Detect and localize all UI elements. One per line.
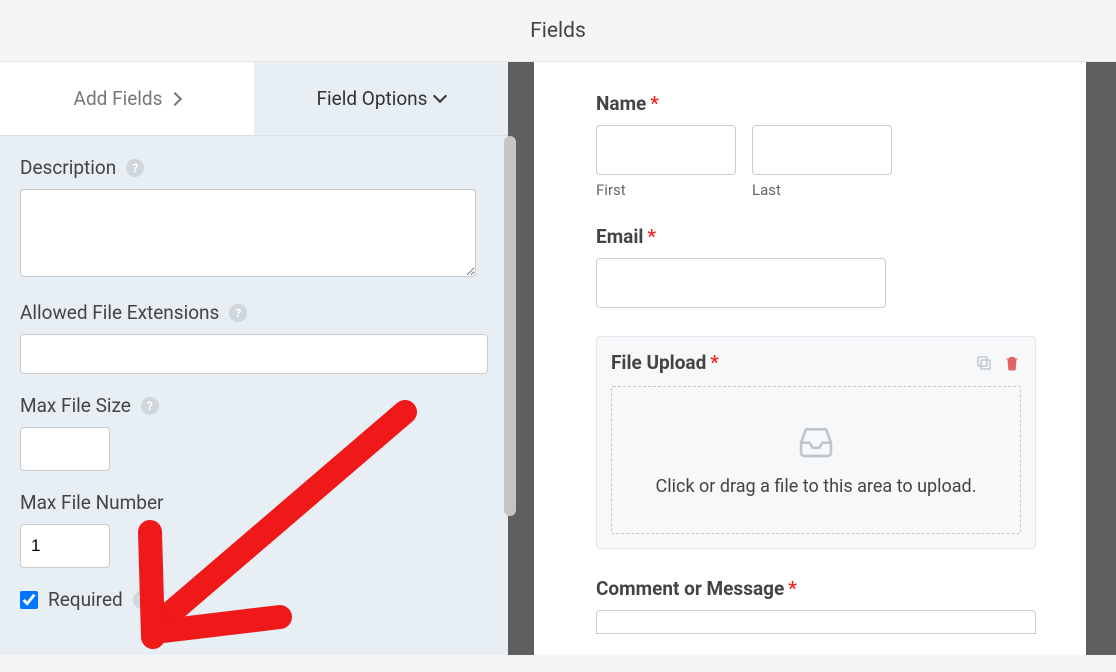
inbox-icon xyxy=(796,424,836,462)
description-textarea[interactable] xyxy=(20,189,476,277)
upload-dropzone[interactable]: Click or drag a file to this area to upl… xyxy=(611,386,1021,534)
label-text: Description xyxy=(20,156,116,179)
page-header: Fields xyxy=(0,0,1116,62)
label-text: Max File Number xyxy=(20,491,163,514)
page-title: Fields xyxy=(530,19,586,43)
required-asterisk: * xyxy=(788,577,797,600)
field-comment: Comment or Message * xyxy=(596,577,1036,634)
last-name-col: Last xyxy=(752,125,892,199)
required-asterisk: * xyxy=(650,92,659,115)
tab-add-fields[interactable]: Add Fields xyxy=(0,62,254,135)
required-checkbox[interactable] xyxy=(20,591,38,609)
label-text: Required xyxy=(48,588,123,611)
options-list: Description ? Allowed File Extensions ? … xyxy=(0,136,508,611)
option-allowed-extensions: Allowed File Extensions ? xyxy=(20,301,488,374)
help-icon[interactable]: ? xyxy=(141,397,159,415)
tab-label: Add Fields xyxy=(74,87,163,110)
option-label-row: Allowed File Extensions ? xyxy=(20,301,488,324)
field-file-upload[interactable]: File Upload * xyxy=(596,336,1036,549)
field-actions xyxy=(975,354,1021,372)
tab-label: Field Options xyxy=(317,87,428,110)
first-name-input[interactable] xyxy=(596,125,736,175)
max-file-number-input[interactable] xyxy=(20,524,110,568)
required-asterisk: * xyxy=(647,225,656,248)
field-label: File Upload * xyxy=(611,351,719,374)
max-file-size-input[interactable] xyxy=(20,427,110,471)
scrollbar[interactable] xyxy=(504,136,516,516)
help-icon[interactable]: ? xyxy=(229,304,247,322)
required-asterisk: * xyxy=(710,351,719,374)
option-max-file-number: Max File Number xyxy=(20,491,488,568)
chevron-right-icon xyxy=(168,91,182,105)
option-required: Required ? xyxy=(20,588,488,611)
chevron-down-icon xyxy=(433,89,447,103)
tab-field-options[interactable]: Field Options xyxy=(254,62,508,135)
panel-tabs: Add Fields Field Options xyxy=(0,62,508,136)
sublabel: First xyxy=(596,181,736,199)
label-text: Name xyxy=(596,92,646,115)
field-label: Email * xyxy=(596,225,1036,248)
option-label-row: Max File Number xyxy=(20,491,488,514)
option-label-row: Description ? xyxy=(20,156,488,179)
comment-textarea[interactable] xyxy=(596,610,1036,634)
form-preview: Name * First Last Email * xyxy=(534,62,1086,655)
main-area: Add Fields Field Options Description ? A… xyxy=(0,62,1116,655)
help-icon[interactable]: ? xyxy=(126,159,144,177)
last-name-input[interactable] xyxy=(752,125,892,175)
dropzone-text: Click or drag a file to this area to upl… xyxy=(656,476,977,497)
label-text: Comment or Message xyxy=(596,577,784,600)
duplicate-icon[interactable] xyxy=(975,354,993,372)
label-text: Max File Size xyxy=(20,394,131,417)
name-inputs: First Last xyxy=(596,125,1036,199)
help-icon[interactable]: ? xyxy=(133,591,151,609)
label-text: Allowed File Extensions xyxy=(20,301,219,324)
email-input[interactable] xyxy=(596,258,886,308)
first-name-col: First xyxy=(596,125,736,199)
upload-header: File Upload * xyxy=(611,351,1021,374)
option-max-file-size: Max File Size ? xyxy=(20,394,488,471)
trash-icon[interactable] xyxy=(1003,354,1021,372)
field-label: Name * xyxy=(596,92,1036,115)
option-description: Description ? xyxy=(20,156,488,281)
allowed-extensions-input[interactable] xyxy=(20,334,488,374)
label-text: Email xyxy=(596,225,643,248)
field-name: Name * First Last xyxy=(596,92,1036,199)
field-label: Comment or Message * xyxy=(596,577,1036,600)
right-wrap: Name * First Last Email * xyxy=(534,62,1116,655)
option-label-row: Max File Size ? xyxy=(20,394,488,417)
sublabel: Last xyxy=(752,181,892,199)
label-text: File Upload xyxy=(611,351,706,374)
field-email: Email * xyxy=(596,225,1036,308)
left-panel: Add Fields Field Options Description ? A… xyxy=(0,62,508,655)
